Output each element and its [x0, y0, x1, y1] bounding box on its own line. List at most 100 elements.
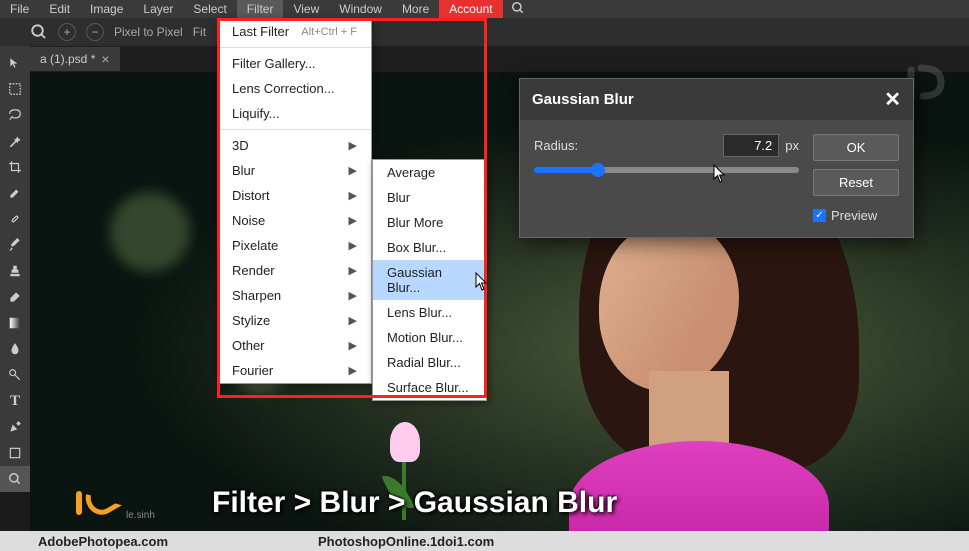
submenu-surface-blur[interactable]: Surface Blur... [373, 375, 486, 400]
slider-thumb[interactable] [591, 163, 605, 177]
submenu-arrow-icon: ▶ [349, 339, 357, 352]
dodge-tool[interactable] [0, 362, 30, 388]
heal-tool[interactable] [0, 206, 30, 232]
menu-blur[interactable]: Blur ▶ [218, 158, 371, 183]
radius-input[interactable]: 7.2 [723, 134, 779, 157]
menu-image[interactable]: Image [80, 0, 133, 18]
radius-slider[interactable] [534, 167, 799, 173]
menu-stylize[interactable]: Stylize▶ [218, 308, 371, 333]
wand-tool[interactable] [0, 128, 30, 154]
lasso-tool[interactable] [0, 102, 30, 128]
move-tool[interactable] [0, 50, 30, 76]
submenu-arrow-icon: ▶ [349, 214, 357, 227]
menu-fourier[interactable]: Fourier▶ [218, 358, 371, 383]
menu-render[interactable]: Render▶ [218, 258, 371, 283]
pixel-to-pixel-button[interactable]: Pixel to Pixel [114, 25, 183, 39]
tab-bar: a (1).psd * × [0, 46, 969, 72]
menu-item-label: Blur [387, 190, 410, 205]
menu-select[interactable]: Select [183, 0, 236, 18]
filter-menu-popup: Last Filter Alt+Ctrl + F Filter Gallery.… [217, 18, 372, 384]
menu-item-label: Noise [232, 213, 265, 228]
logo-text: le.sinh [126, 510, 155, 521]
submenu-arrow-icon: ▶ [349, 189, 357, 202]
submenu-average[interactable]: Average [373, 160, 486, 185]
submenu-arrow-icon: ▶ [349, 164, 357, 177]
bokeh-light [110, 192, 190, 272]
footer-link-photoshoponline[interactable]: PhotoshopOnline.1doi1.com [318, 534, 494, 549]
menu-item-label: Box Blur... [387, 240, 446, 255]
marquee-tool[interactable] [0, 76, 30, 102]
menu-separator [218, 129, 371, 130]
menu-pixelate[interactable]: Pixelate▶ [218, 233, 371, 258]
tools-panel: T [0, 46, 30, 492]
stamp-tool[interactable] [0, 258, 30, 284]
zoom-out-button[interactable]: − [86, 23, 104, 41]
submenu-lens-blur[interactable]: Lens Blur... [373, 300, 486, 325]
fit-button[interactable]: Fit [193, 25, 206, 39]
menu-sharpen[interactable]: Sharpen▶ [218, 283, 371, 308]
menu-item-label: Surface Blur... [387, 380, 469, 395]
menu-item-label: Blur [232, 163, 255, 178]
footer-bar: AdobePhotopea.com PhotoshopOnline.1doi1.… [0, 531, 969, 551]
menu-item-label: Lens Blur... [387, 305, 452, 320]
document-tab-label: a (1).psd * [40, 52, 95, 66]
lesinh-logo: le.sinh [76, 483, 155, 521]
menu-filter[interactable]: Filter [237, 0, 284, 18]
ok-button[interactable]: OK [813, 134, 899, 161]
eraser-tool[interactable] [0, 284, 30, 310]
brush-tool[interactable] [0, 232, 30, 258]
crop-tool[interactable] [0, 154, 30, 180]
submenu-blur[interactable]: Blur [373, 185, 486, 210]
flower [390, 422, 420, 462]
preview-checkbox[interactable]: ✓ [813, 209, 826, 222]
submenu-arrow-icon: ▶ [349, 139, 357, 152]
eyedropper-tool[interactable] [0, 180, 30, 206]
submenu-gaussian-blur[interactable]: Gaussian Blur... [373, 260, 486, 300]
submenu-box-blur[interactable]: Box Blur... [373, 235, 486, 260]
menu-file[interactable]: File [0, 0, 39, 18]
cursor-icon [475, 272, 489, 292]
magnifier-icon [30, 23, 48, 41]
close-icon[interactable]: ✕ [884, 87, 901, 112]
annotation-breadcrumb: Filter > Blur > Gaussian Blur [212, 486, 617, 520]
submenu-blur-more[interactable]: Blur More [373, 210, 486, 235]
menu-item-label: Render [232, 263, 275, 278]
menu-filter-gallery[interactable]: Filter Gallery... [218, 51, 371, 76]
radius-label: Radius: [534, 138, 578, 153]
menu-other[interactable]: Other▶ [218, 333, 371, 358]
menu-last-filter[interactable]: Last Filter Alt+Ctrl + F [218, 19, 371, 44]
footer-link-adobephotopea[interactable]: AdobePhotopea.com [38, 534, 168, 549]
menu-item-label: Pixelate [232, 238, 278, 253]
slider-fill [534, 167, 598, 173]
menu-item-label: Filter Gallery... [232, 56, 316, 71]
gradient-tool[interactable] [0, 310, 30, 336]
menu-noise[interactable]: Noise ▶ [218, 208, 371, 233]
reset-button[interactable]: Reset [813, 169, 899, 196]
gaussian-blur-dialog: Gaussian Blur ✕ Radius: 7.2 px OK Reset … [519, 78, 914, 238]
document-tab[interactable]: a (1).psd * × [30, 47, 120, 71]
menu-item-label: Stylize [232, 313, 270, 328]
menu-item-label: Distort [232, 188, 270, 203]
menu-3d[interactable]: 3D▶ [218, 133, 371, 158]
search-icon[interactable] [511, 1, 525, 18]
close-icon[interactable]: × [101, 51, 109, 67]
submenu-motion-blur[interactable]: Motion Blur... [373, 325, 486, 350]
blur-tool[interactable] [0, 336, 30, 362]
menu-edit[interactable]: Edit [39, 0, 80, 18]
menu-more[interactable]: More [392, 0, 439, 18]
zoom-tool[interactable] [0, 466, 30, 492]
dialog-titlebar[interactable]: Gaussian Blur ✕ [520, 79, 913, 120]
menu-liquify[interactable]: Liquify... [218, 101, 371, 126]
zoom-in-button[interactable]: + [58, 23, 76, 41]
menu-lens-correction[interactable]: Lens Correction... [218, 76, 371, 101]
menu-view[interactable]: View [283, 0, 329, 18]
menu-account[interactable]: Account [439, 0, 502, 18]
submenu-radial-blur[interactable]: Radial Blur... [373, 350, 486, 375]
menu-window[interactable]: Window [329, 0, 392, 18]
menu-distort[interactable]: Distort ▶ [218, 183, 371, 208]
menu-item-label: Radial Blur... [387, 355, 461, 370]
shape-tool[interactable] [0, 440, 30, 466]
menu-layer[interactable]: Layer [133, 0, 183, 18]
type-tool[interactable]: T [0, 388, 30, 414]
pen-tool[interactable] [0, 414, 30, 440]
